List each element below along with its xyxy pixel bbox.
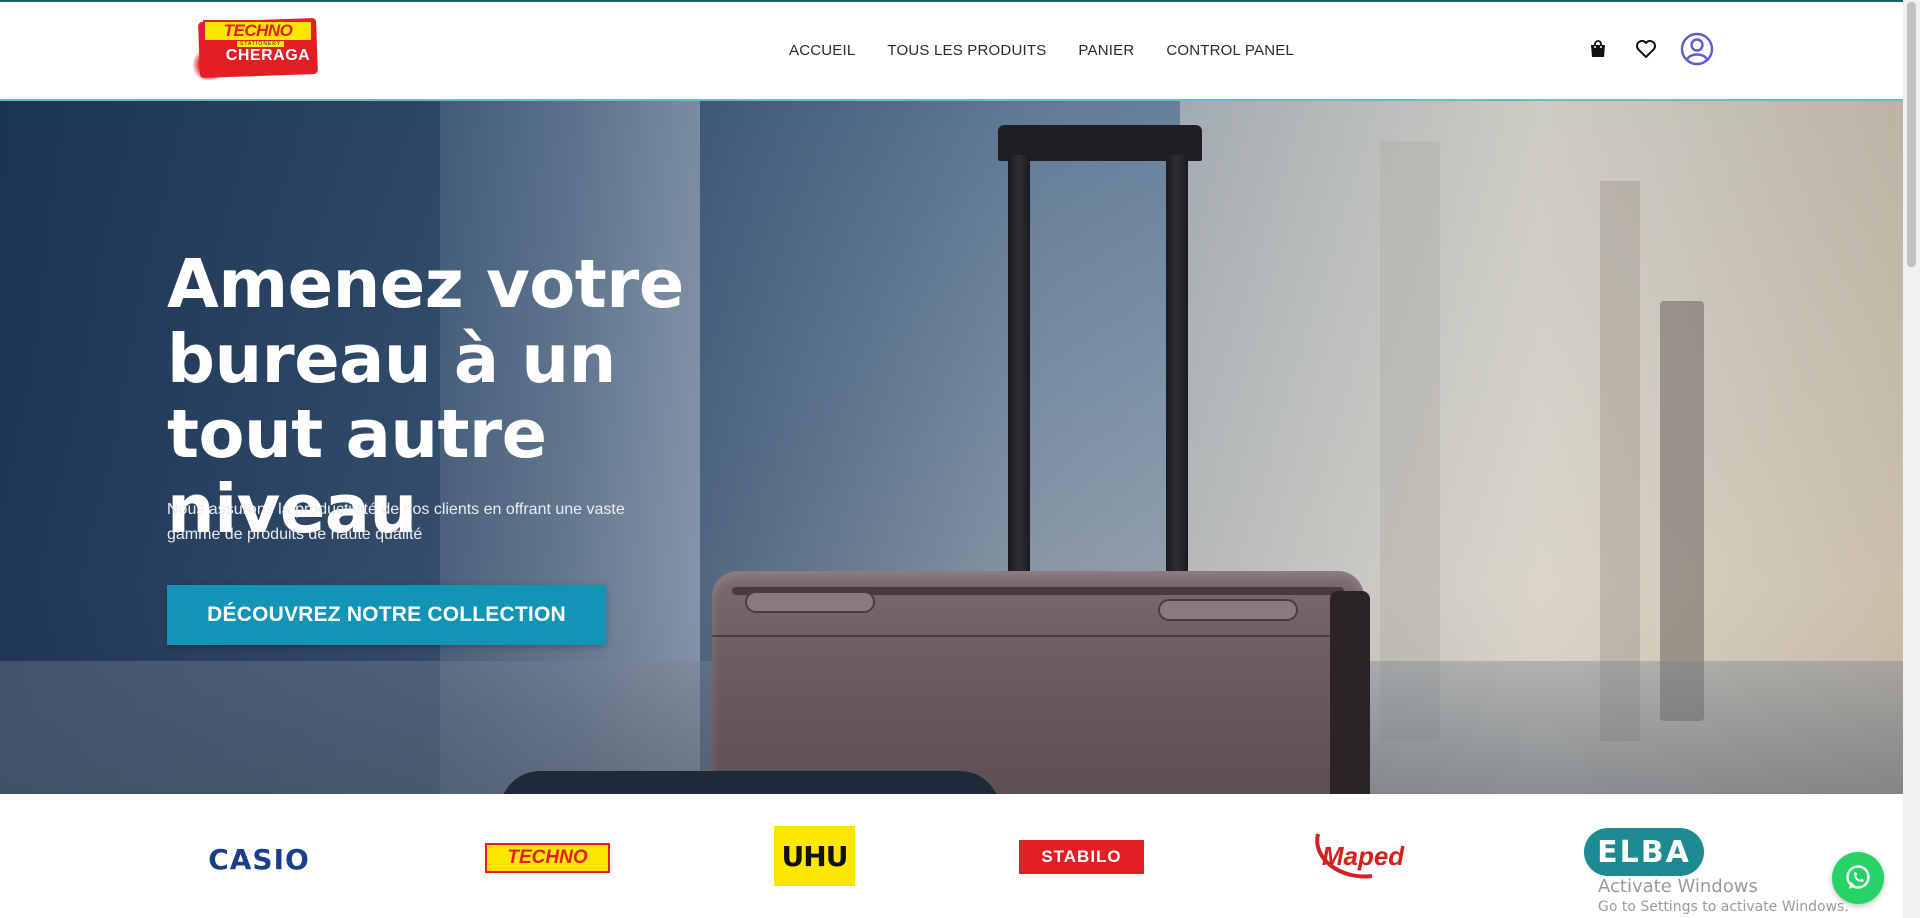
hero-banner: Amenez votre bureau à un tout autre nive…: [0, 101, 1903, 794]
logo-city: CHERAGA: [225, 47, 311, 64]
heart-icon[interactable]: [1632, 35, 1660, 63]
main-nav: ACCUEIL TOUS LES PRODUITS PANIER CONTROL…: [789, 42, 1294, 59]
nav-accueil[interactable]: ACCUEIL: [789, 42, 855, 59]
hero-bg-column: [1600, 181, 1640, 741]
brand-logo-stabilo[interactable]: STABILO: [1019, 840, 1144, 874]
logo-brand-text: TECHNO: [203, 20, 313, 42]
nav-control-panel[interactable]: CONTROL PANEL: [1166, 42, 1294, 59]
page: TECHNO STATIONERY CHERAGA ACCUEIL TOUS L…: [0, 0, 1920, 918]
brand-logo-casio[interactable]: CASIO: [197, 842, 321, 876]
hero-subtitle: Nous assurons la productivité de nos cli…: [167, 501, 625, 543]
scrollbar-thumb[interactable]: [1907, 2, 1916, 267]
watermark-title: Activate Windows: [1598, 876, 1758, 897]
header-actions: [1584, 32, 1714, 66]
user-account-icon[interactable]: [1680, 32, 1714, 66]
brand-techno-text: TECHNO: [507, 847, 588, 868]
whatsapp-chat-icon[interactable]: [1832, 852, 1884, 904]
brand-stabilo-text: STABILO: [1041, 847, 1122, 866]
techno-cheraga-logo[interactable]: TECHNO STATIONERY CHERAGA: [193, 16, 323, 80]
nav-tous-les-produits[interactable]: TOUS LES PRODUITS: [887, 42, 1046, 59]
watermark-subtitle: Go to Settings to activate Windows.: [1598, 899, 1849, 915]
hero-bg-door: [1660, 301, 1704, 721]
brand-uhu-text: UHU: [781, 839, 849, 873]
suitcase-side: [1330, 591, 1370, 794]
shopping-bag-icon[interactable]: [1584, 35, 1612, 63]
brand-logo-uhu[interactable]: UHU: [774, 826, 855, 886]
brand-maped-text: Maped: [1321, 840, 1405, 871]
hero-bg-column: [1380, 141, 1440, 741]
brand-logo-elba[interactable]: ELBA: [1584, 828, 1704, 876]
discover-collection-button[interactable]: DÉCOUVREZ NOTRE COLLECTION: [167, 585, 606, 645]
suitcase-handle-image: [998, 125, 1202, 607]
site-header: TECHNO STATIONERY CHERAGA ACCUEIL TOUS L…: [0, 2, 1903, 101]
suitcase-grip: [745, 591, 875, 613]
brand-elba-text: ELBA: [1597, 834, 1691, 870]
second-bag-image: [500, 771, 1000, 794]
brand-logo-maped[interactable]: Maped: [1310, 828, 1416, 884]
suitcase-grip: [1158, 599, 1298, 621]
windows-activation-watermark: Activate Windows Go to Settings to activ…: [1598, 876, 1849, 915]
page-scrollbar[interactable]: [1903, 0, 1920, 918]
brand-logo-techno[interactable]: TECHNO: [485, 843, 610, 873]
nav-panier[interactable]: PANIER: [1078, 42, 1134, 59]
